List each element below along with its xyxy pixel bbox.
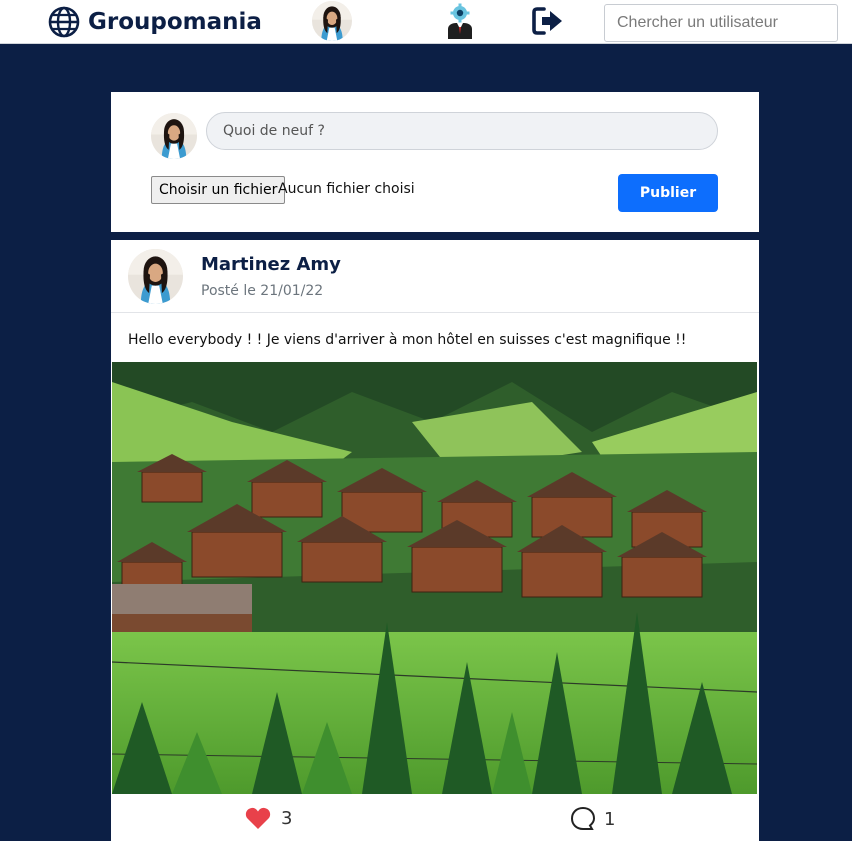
top-navbar: Groupomania — [0, 0, 852, 44]
brand-name: Groupomania — [88, 9, 262, 35]
like-button[interactable]: 3 — [245, 806, 292, 830]
post-date: Posté le 21/01/22 — [201, 283, 324, 299]
compose-card: Choisir un fichier Aucun fichier choisi … — [111, 92, 759, 232]
comment-button[interactable]: 1 — [570, 806, 615, 832]
compose-avatar — [151, 113, 197, 159]
heart-icon — [245, 807, 271, 829]
user-avatar[interactable] — [312, 1, 352, 41]
admin-icon[interactable] — [446, 3, 474, 39]
post-input[interactable] — [206, 112, 718, 150]
comment-count: 1 — [604, 808, 616, 830]
post-image — [112, 362, 757, 794]
post-card: Martinez Amy Posté le 21/01/22 Hello eve… — [111, 240, 759, 841]
search-input[interactable] — [604, 4, 838, 42]
post-author[interactable]: Martinez Amy — [201, 254, 341, 275]
like-count: 3 — [281, 807, 293, 829]
comment-icon — [570, 806, 596, 830]
post-header: Martinez Amy Posté le 21/01/22 — [111, 240, 759, 313]
post-footer: 3 1 — [111, 794, 759, 841]
post-text: Hello everybody ! ! Je viens d'arriver à… — [128, 332, 687, 348]
logout-icon[interactable] — [532, 7, 564, 35]
brand[interactable]: Groupomania — [48, 6, 262, 38]
choose-file-button[interactable]: Choisir un fichier — [151, 176, 286, 204]
globe-icon — [48, 6, 80, 38]
post-author-avatar[interactable] — [128, 249, 183, 304]
publish-button[interactable]: Publier — [618, 174, 718, 212]
file-status: Aucun fichier choisi — [278, 181, 415, 197]
